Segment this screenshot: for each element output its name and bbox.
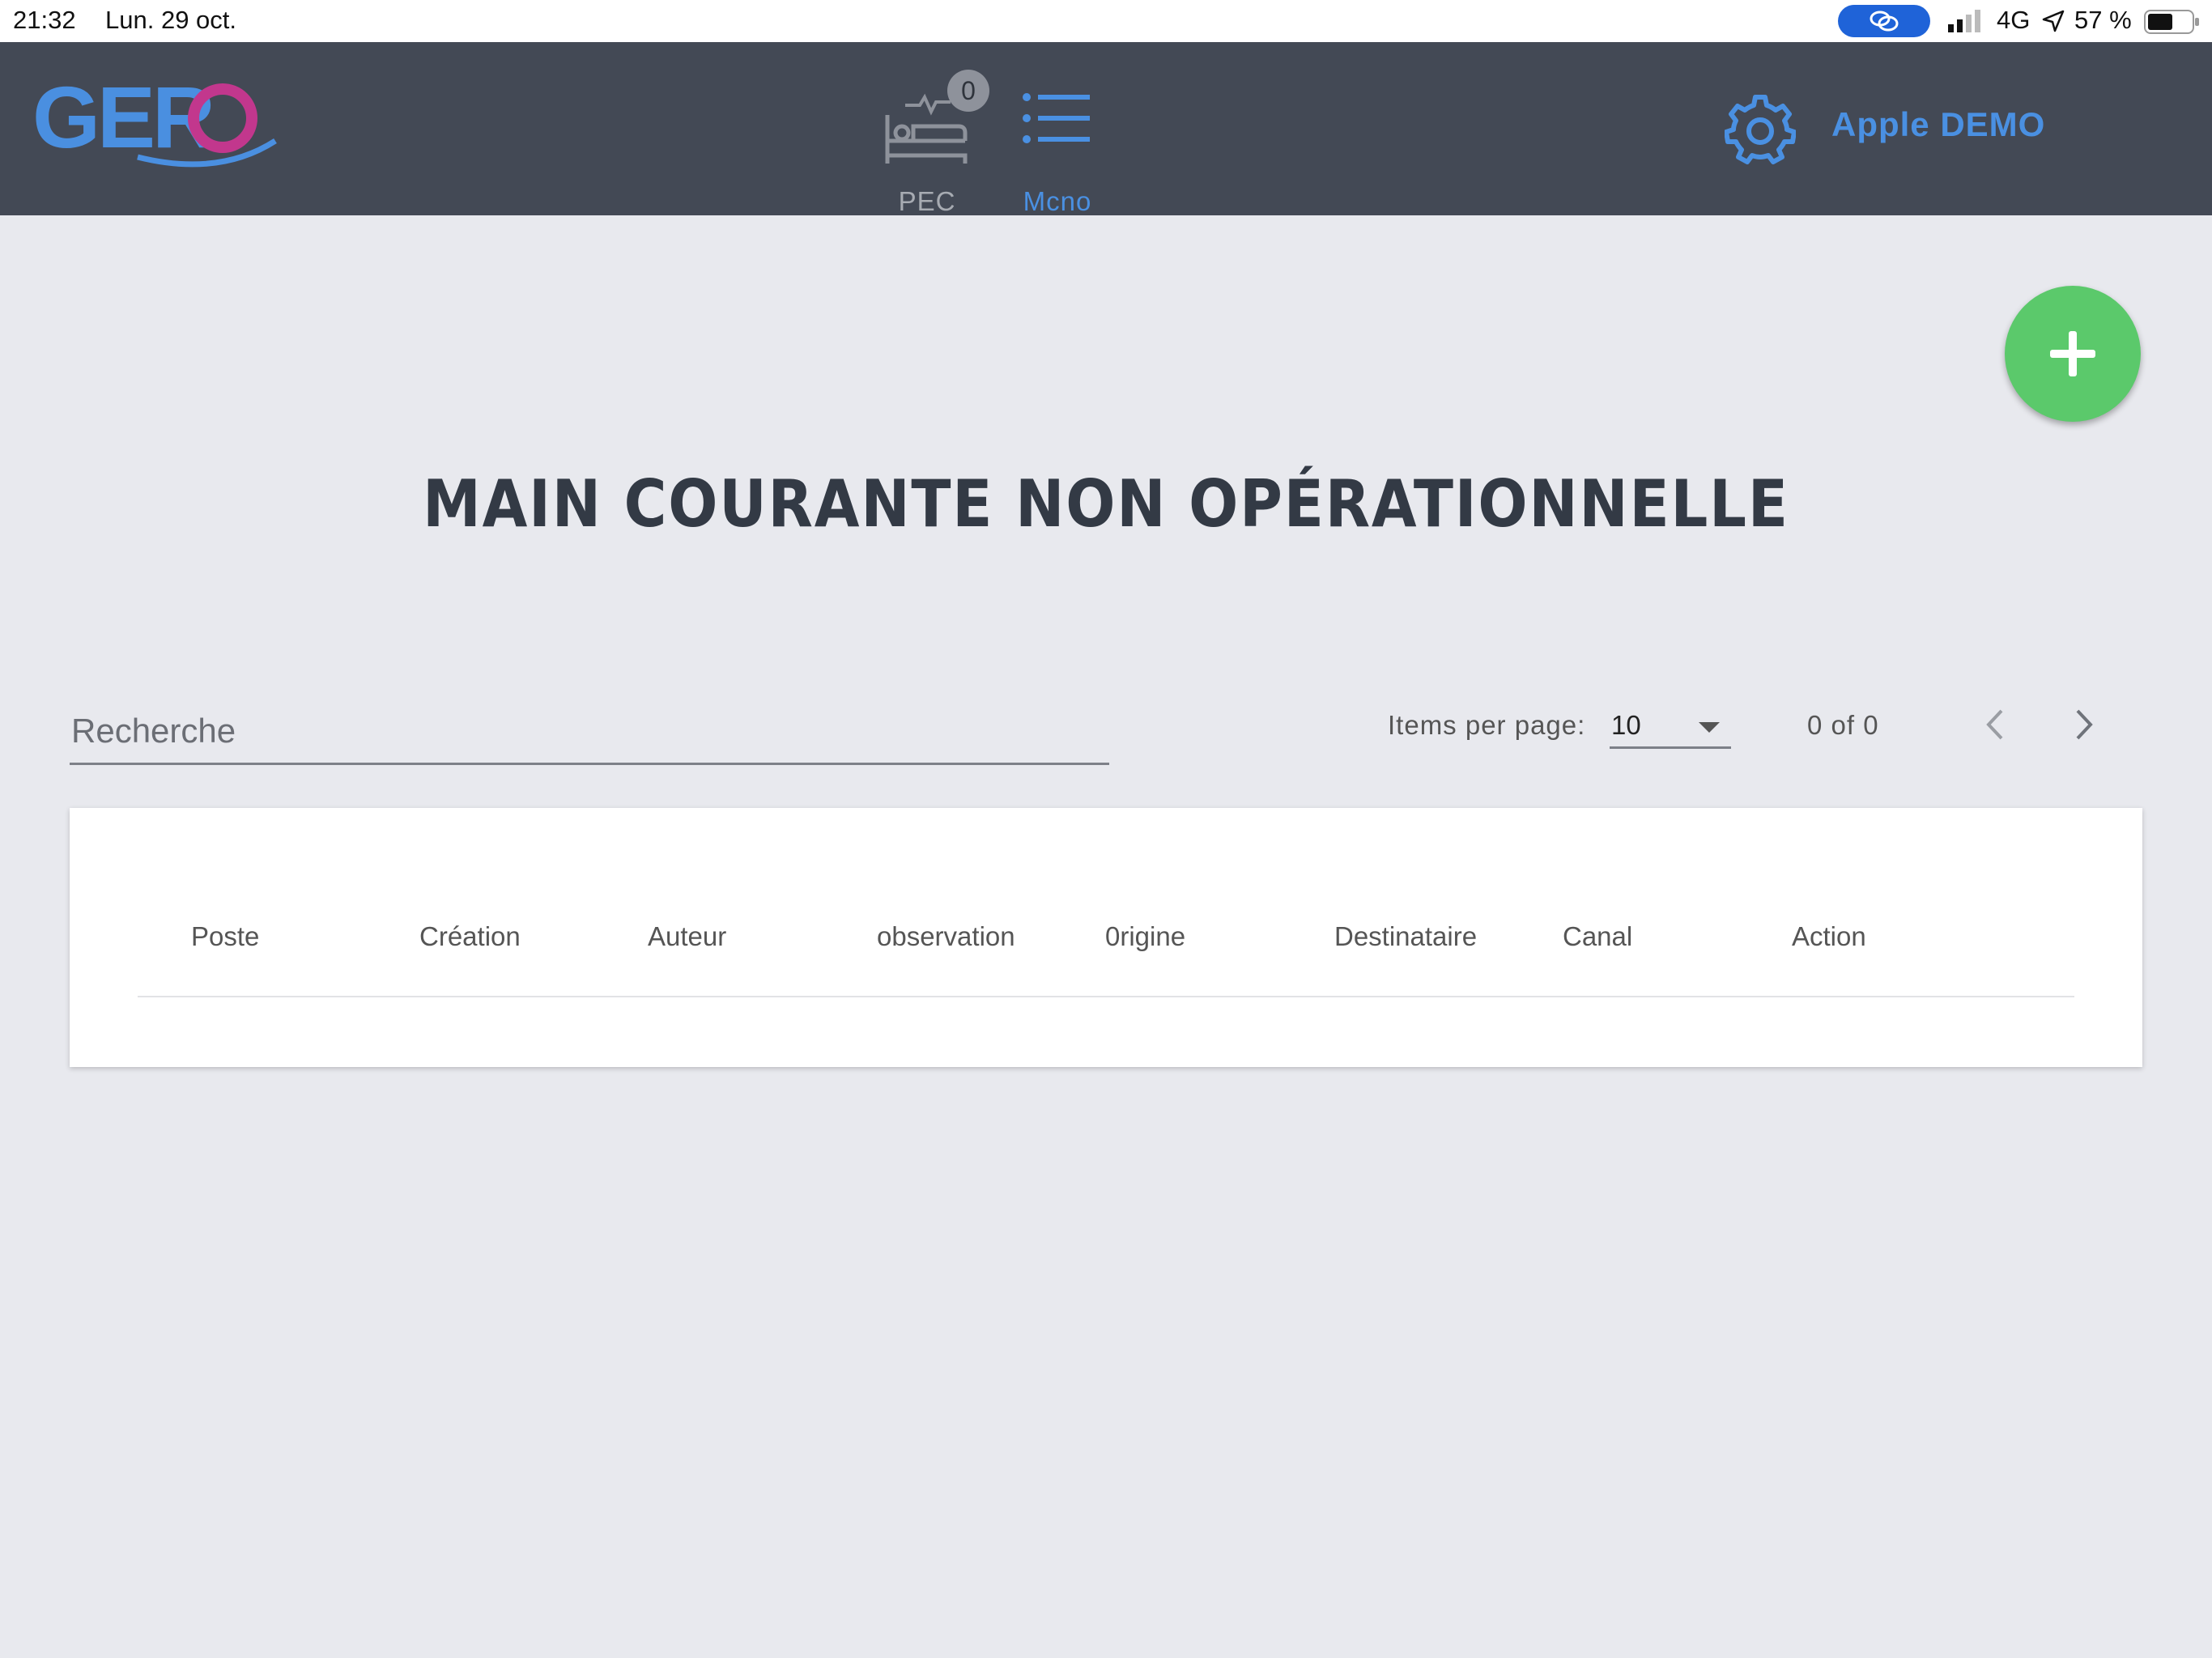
- network-type: 4G: [1997, 6, 2031, 34]
- next-page-button[interactable]: [2068, 704, 2100, 745]
- column-header-auteur[interactable]: Auteur: [648, 921, 726, 952]
- column-header-destinataire[interactable]: Destinataire: [1334, 921, 1477, 952]
- battery-percent: 57 %: [2074, 6, 2132, 34]
- search-input[interactable]: [70, 699, 1109, 765]
- pagination-range: 0 of 0: [1807, 710, 1879, 740]
- entries-table: Poste Création Auteur observation 0rigin…: [70, 808, 2142, 1067]
- column-header-observation[interactable]: observation: [877, 921, 1015, 952]
- location-arrow-icon: [2042, 10, 2065, 32]
- signal-icon: [1948, 10, 1980, 32]
- screen-mirroring-indicator[interactable]: [1838, 5, 1930, 37]
- header-divider: [138, 996, 2074, 997]
- pec-count-badge: 0: [947, 70, 989, 112]
- column-header-action[interactable]: Action: [1792, 921, 1866, 952]
- nav-item-pec[interactable]: 0 PEC: [874, 66, 989, 216]
- app-header: GER 0 PEC Mcno Apple DEMO: [0, 42, 2212, 216]
- column-header-poste[interactable]: Poste: [191, 921, 259, 952]
- items-per-page-value: 10: [1611, 710, 1641, 740]
- column-header-creation[interactable]: Création: [419, 921, 521, 952]
- battery-icon: [2144, 10, 2199, 34]
- nav-item-label: Mcno: [1023, 186, 1092, 216]
- status-bar: 21:32 Lun. 29 oct. 4G 57 %: [0, 0, 2212, 42]
- gear-icon[interactable]: [1725, 94, 1796, 165]
- nav-item-label: PEC: [898, 186, 956, 216]
- status-date: Lun. 29 oct.: [105, 6, 237, 34]
- status-time: 21:32: [13, 6, 76, 34]
- list-icon: [1023, 93, 1090, 143]
- gero-logo[interactable]: GER: [32, 76, 283, 173]
- previous-page-button[interactable]: [1979, 704, 2011, 745]
- user-name[interactable]: Apple DEMO: [1831, 105, 2045, 144]
- svg-text:GER: GER: [32, 76, 214, 166]
- items-per-page-label: Items per page:: [1388, 710, 1586, 740]
- dropdown-arrow-icon: [1699, 722, 1720, 733]
- items-per-page-select[interactable]: 10: [1610, 701, 1731, 749]
- plus-icon: [2050, 331, 2095, 376]
- column-header-canal[interactable]: Canal: [1563, 921, 1632, 952]
- page-title: MAIN COURANTE NON OPÉRATIONNELLE: [423, 466, 1789, 542]
- add-entry-button[interactable]: [2005, 286, 2141, 422]
- link-icon: [1870, 11, 1899, 32]
- nav-item-mcno[interactable]: Mcno: [1012, 91, 1101, 216]
- column-header-origine[interactable]: 0rigine: [1105, 921, 1185, 952]
